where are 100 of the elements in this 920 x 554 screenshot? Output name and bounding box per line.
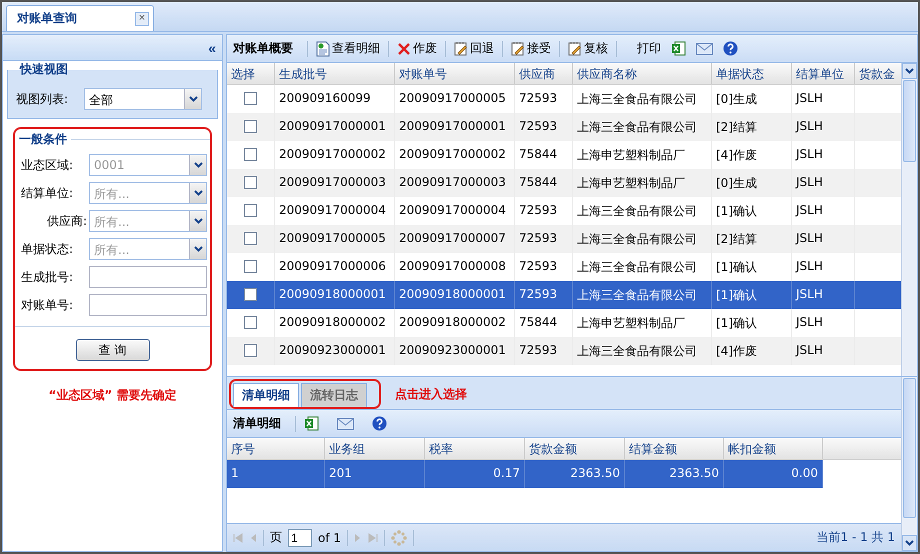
scrollbar[interactable]: [901, 377, 917, 551]
close-button[interactable]: ×: [135, 12, 149, 26]
section-legend: 一般条件: [15, 131, 71, 148]
column-header[interactable]: 选择: [227, 63, 275, 84]
table-cell: 20090923000001: [275, 337, 395, 365]
record-status: 当前1 - 1 共 1: [816, 529, 895, 546]
page-label: 页: [270, 529, 282, 546]
export-button[interactable]: [302, 416, 321, 431]
table-row[interactable]: 20090923000001 20090923000001 72593 上海三全食品有限公司 [4]作废 JSLH: [227, 337, 901, 365]
table-cell: 上海三全食品有限公司: [573, 337, 712, 365]
table-cell: 1: [227, 460, 325, 488]
caret-icon: [188, 96, 198, 102]
page-count: of 1: [318, 530, 342, 544]
caret-icon: [194, 162, 202, 168]
help-icon: [372, 416, 387, 431]
table-row[interactable]: 20090918000001 20090918000001 72593 上海三全食品有限公司 [1]确认 JSLH: [227, 281, 901, 309]
table-cell: 2363.50: [625, 460, 724, 488]
column-header[interactable]: 供应商: [515, 63, 573, 84]
detail-tab[interactable]: 清单明细: [233, 383, 299, 407]
scrollbar[interactable]: [901, 63, 917, 376]
table-cell: JSLH: [792, 337, 855, 365]
table-cell: 0.00: [724, 460, 823, 488]
field-label: 生成批号:: [21, 268, 74, 286]
checkbox[interactable]: [244, 92, 257, 105]
table-row[interactable]: 1 201 0.17 2363.50 2363.50 0.00: [227, 460, 823, 488]
panel-title: 清单明细: [233, 415, 281, 432]
mail-button[interactable]: [694, 42, 715, 54]
input-field[interactable]: [89, 266, 207, 288]
checkbox[interactable]: [244, 260, 257, 273]
mail-icon: [696, 42, 713, 54]
field-label: 业态区域:: [21, 156, 74, 174]
table-row[interactable]: 20090917000001 20090917000001 72593 上海三全食品有限公司 [2]结算 JSLH: [227, 113, 901, 141]
tab-title: 对账单查询: [17, 10, 77, 27]
checkbox[interactable]: [244, 120, 257, 133]
column-header[interactable]: 对账单号: [395, 63, 515, 84]
view-select[interactable]: 全部: [84, 88, 202, 110]
caret-icon: [194, 246, 202, 252]
document-icon: [316, 40, 330, 56]
input-field[interactable]: [89, 294, 207, 316]
toolbar-button[interactable]: 回退: [452, 40, 496, 57]
checkbox[interactable]: [244, 288, 257, 301]
checkbox[interactable]: [244, 204, 257, 217]
void-button[interactable]: 作废: [395, 40, 439, 57]
checkbox[interactable]: [244, 316, 257, 329]
table-cell: 201: [325, 460, 425, 488]
caret-icon: [194, 190, 202, 196]
notepad-pencil-icon: [511, 41, 525, 56]
help-button[interactable]: [721, 41, 740, 56]
page-input[interactable]: 1: [288, 528, 312, 546]
collapse-button[interactable]: «: [208, 40, 216, 56]
page-tab[interactable]: 对账单查询 ×: [6, 5, 154, 31]
scrollbar-thumb[interactable]: [903, 80, 916, 162]
table-row[interactable]: 20090917000005 20090917000007 72593 上海三全食品有限公司 [2]结算 JSLH: [227, 225, 901, 253]
scrollbar-thumb[interactable]: [903, 378, 916, 518]
section-legend: 快速视图: [16, 61, 72, 78]
caret-icon: [905, 540, 914, 546]
export-button[interactable]: [669, 41, 688, 56]
checkbox[interactable]: [244, 232, 257, 245]
field-label: 视图列表:: [16, 90, 70, 108]
cross-icon: [397, 42, 411, 56]
column-header[interactable]: 税率: [425, 438, 525, 459]
column-header[interactable]: 帐扣金额: [724, 438, 823, 459]
column-header[interactable]: 供应商名称: [573, 63, 712, 84]
notepad-pencil-icon: [454, 41, 468, 56]
checkbox[interactable]: [244, 176, 257, 189]
field-label: 结算单位:: [21, 184, 74, 202]
column-header[interactable]: 序号: [227, 438, 325, 459]
table-cell: 2363.50: [525, 460, 625, 488]
column-header[interactable]: 业务组: [325, 438, 425, 459]
caret-icon: [194, 218, 202, 224]
hint-text: 点击进入选择: [395, 386, 467, 402]
notepad-pencil-icon: [568, 41, 582, 56]
column-header[interactable]: 结算金额: [625, 438, 724, 459]
query-button[interactable]: 查 询: [76, 339, 150, 361]
caret-icon: [905, 68, 914, 74]
mail-button[interactable]: [335, 418, 356, 430]
table-row[interactable]: 20090917000003 20090917000003 75844 上海申艺塑料制品厂 [0]生成 JSLH: [227, 169, 901, 197]
checkbox[interactable]: [244, 148, 257, 161]
toolbar-button[interactable]: 复核: [566, 40, 610, 57]
table-cell: 0.17: [425, 460, 525, 488]
spreadsheet-icon: [304, 416, 319, 431]
help-button[interactable]: [370, 416, 389, 431]
mail-icon: [337, 418, 354, 430]
help-icon: [723, 41, 738, 56]
spreadsheet-icon: [671, 41, 686, 56]
checkbox[interactable]: [244, 344, 257, 357]
table-cell: 72593: [515, 337, 573, 365]
table-cell: 20090923000001: [395, 337, 515, 365]
field-label: 供应商:: [46, 212, 88, 230]
column-header[interactable]: 结算单位: [792, 63, 855, 84]
view-detail-button[interactable]: 查看明细: [314, 40, 382, 57]
column-header[interactable]: 单据状态: [712, 63, 792, 84]
column-header[interactable]: 生成批号: [275, 63, 395, 84]
warning-note: “业态区域” 需要先确定: [48, 387, 178, 404]
print-button[interactable]: 打印: [635, 40, 663, 57]
column-header[interactable]: 货款金额: [525, 438, 625, 459]
toolbar-button[interactable]: 接受: [509, 40, 553, 57]
field-label: 单据状态:: [21, 240, 74, 258]
detail-tab[interactable]: 流转日志: [301, 383, 367, 407]
field-label: 对账单号:: [21, 296, 74, 314]
